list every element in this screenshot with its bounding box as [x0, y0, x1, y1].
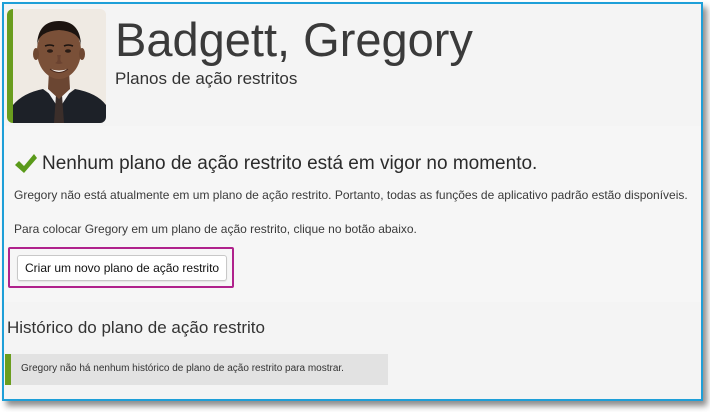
profile-header: Badgett, Gregory Planos de ação restrito…	[4, 4, 701, 126]
status-heading: Nenhum plano de ação restrito está em vi…	[14, 153, 537, 175]
history-section-title: Histórico do plano de ação restrito	[7, 318, 265, 337]
create-restricted-plan-button[interactable]: Criar um novo plano de ação restrito	[17, 255, 228, 281]
checkmark-icon	[15, 154, 37, 173]
history-empty-notice: Gregory não há nenhum histórico de plano…	[5, 354, 388, 385]
page-subtitle: Planos de ação restritos	[115, 69, 298, 88]
status-info-text: Gregory não está atualmente em um plano …	[14, 188, 688, 202]
page-title: Badgett, Gregory	[115, 13, 473, 66]
avatar	[7, 9, 106, 123]
status-section: Nenhum plano de ação restrito está em vi…	[4, 126, 701, 302]
instruction-text: Para colocar Gregory em um plano de ação…	[14, 222, 417, 236]
status-heading-text: Nenhum plano de ação restrito está em vi…	[42, 153, 538, 174]
person-photo-icon	[13, 9, 106, 123]
main-panel: Badgett, Gregory Planos de ação restrito…	[2, 2, 703, 401]
button-highlight: Criar um novo plano de ação restrito	[8, 247, 234, 288]
history-empty-message: Gregory não há nenhum histórico de plano…	[21, 363, 344, 374]
